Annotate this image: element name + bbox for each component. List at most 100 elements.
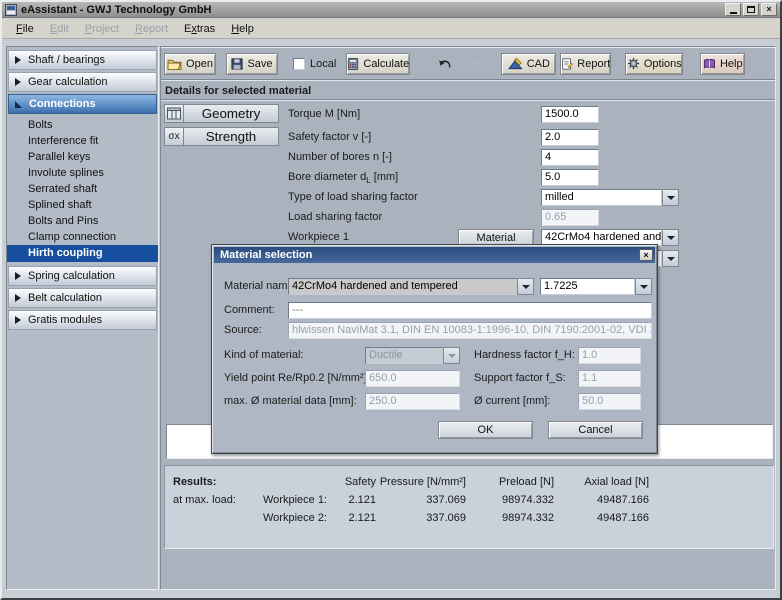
cancel-button[interactable]: Cancel	[548, 421, 643, 439]
yield-point-label: Yield point Re/Rp0.2 [N/mm²]:	[224, 370, 370, 387]
dropdown-arrow-icon[interactable]	[662, 189, 679, 206]
material-selection-dialog: Material selection × Material name: 42Cr…	[211, 244, 658, 454]
menu-report: Report	[127, 21, 176, 37]
connections-item-list: Bolts Interference fit Parallel keys Inv…	[7, 117, 158, 262]
torque-input[interactable]: 1500.0	[541, 106, 599, 123]
collapsed-arrow-icon	[15, 56, 21, 64]
options-button[interactable]: Options	[625, 53, 683, 75]
workpiece2-axial-load: 49487.166	[554, 510, 649, 527]
bore-diameter-input[interactable]: 5.0	[541, 169, 599, 186]
load-sharing-field: 0.65	[541, 209, 599, 226]
menu-file[interactable]: File	[8, 21, 42, 37]
gear-tool-icon	[627, 57, 640, 70]
current-diameter-field: 50.0	[578, 393, 641, 410]
form-row-safety-factor: Safety factor v [-] 2.0	[288, 129, 769, 146]
calculate-button[interactable]: Calculate	[346, 53, 410, 75]
sidebar-item-parallel-keys[interactable]: Parallel keys	[7, 149, 158, 165]
close-icon: ×	[643, 251, 648, 260]
open-button[interactable]: Open	[164, 53, 216, 75]
undo-arrow-icon	[437, 57, 452, 70]
maximize-icon	[747, 6, 755, 13]
dialog-button-row: OK Cancel	[212, 421, 657, 439]
local-checkbox[interactable]	[293, 58, 305, 70]
sidebar-item-clamp-connection[interactable]: Clamp connection	[7, 229, 158, 245]
sidebar-section-gear-calculation[interactable]: Gear calculation	[8, 72, 157, 92]
sidebar-section-belt-calculation[interactable]: Belt calculation	[8, 288, 157, 308]
kind-of-material-select: Ductile	[365, 347, 460, 364]
sidebar: Shaft / bearings Gear calculation Connec…	[6, 46, 159, 590]
redo-arrow-icon	[469, 57, 484, 70]
sidebar-item-involute-splines[interactable]: Involute splines	[7, 165, 158, 181]
titlebar: eAssistant - GWJ Technology GmbH ×	[2, 2, 780, 18]
dropdown-arrow-icon[interactable]	[662, 229, 679, 246]
dialog-close-button[interactable]: ×	[639, 249, 653, 261]
cad-button[interactable]: CAD	[501, 53, 556, 75]
report-button[interactable]: Report	[560, 53, 611, 75]
strength-button[interactable]: Strength	[184, 127, 279, 146]
sidebar-section-spring-calculation[interactable]: Spring calculation	[8, 266, 157, 286]
geometry-table-icon	[164, 104, 184, 123]
close-icon: ×	[766, 5, 771, 14]
sidebar-item-serrated-shaft[interactable]: Serrated shaft	[7, 181, 158, 197]
results-column-axial-load: Axial load [N]	[554, 474, 649, 491]
dropdown-arrow-icon[interactable]	[635, 278, 652, 295]
sidebar-section-connections[interactable]: Connections	[8, 94, 157, 114]
minimize-icon	[730, 12, 737, 14]
ok-button[interactable]: OK	[438, 421, 533, 439]
window-title: eAssistant - GWJ Technology GmbH	[21, 4, 212, 16]
bores-label: Number of bores n [-]	[288, 149, 392, 166]
material-number-select[interactable]: 1.7225	[540, 278, 652, 295]
bores-input[interactable]: 4	[541, 149, 599, 166]
sidebar-item-hirth-coupling[interactable]: Hirth coupling	[7, 245, 158, 262]
menu-help[interactable]: Help	[223, 21, 262, 37]
comment-input[interactable]: ---	[288, 302, 652, 319]
collapsed-arrow-icon	[15, 272, 21, 280]
form-row-load-sharing: Load sharing factor 0.65	[288, 209, 769, 226]
bore-diameter-label: Bore diameter dL [mm]	[288, 169, 398, 189]
sidebar-section-gratis-modules[interactable]: Gratis modules	[8, 310, 157, 330]
results-workpiece1-name: Workpiece 1:	[263, 492, 338, 509]
minimize-button[interactable]	[725, 3, 741, 16]
report-document-icon	[561, 58, 573, 70]
max-diameter-label: max. Ø material data [mm]:	[224, 393, 357, 410]
dropdown-arrow-icon	[443, 347, 460, 364]
sidebar-item-bolts-and-pins[interactable]: Bolts and Pins	[7, 213, 158, 229]
floppy-disk-icon	[231, 58, 243, 70]
undo-button[interactable]	[431, 53, 457, 75]
sidebar-item-interference-fit[interactable]: Interference fit	[7, 133, 158, 149]
help-book-icon	[703, 58, 716, 70]
expanded-arrow-icon	[15, 101, 22, 108]
safety-factor-input[interactable]: 2.0	[541, 129, 599, 146]
sidebar-item-bolts[interactable]: Bolts	[7, 117, 158, 133]
dropdown-arrow-icon[interactable]	[517, 278, 534, 295]
local-checkbox-group: Local	[293, 58, 336, 70]
sidebar-item-splined-shaft[interactable]: Splined shaft	[7, 197, 158, 213]
geometry-button[interactable]: Geometry	[184, 104, 279, 123]
dialog-titlebar[interactable]: Material selection ×	[214, 247, 655, 263]
collapsed-arrow-icon	[15, 294, 21, 302]
load-sharing-type-select[interactable]: milled	[541, 189, 679, 206]
kind-of-material-label: Kind of material:	[224, 347, 303, 364]
collapsed-arrow-icon	[15, 78, 21, 86]
workpiece2-safety: 2.121	[338, 510, 376, 527]
geometry-nav-row: Geometry	[164, 104, 279, 123]
redo-button	[463, 53, 489, 75]
results-panel: Results: Safety Pressure [N/mm²] Preload…	[164, 465, 774, 549]
results-workpiece2-name: Workpiece 2:	[263, 510, 338, 527]
material-name-select[interactable]: 42CrMo4 hardened and tempered	[288, 278, 534, 295]
close-button[interactable]: ×	[761, 3, 777, 16]
menu-extras[interactable]: Extras	[176, 21, 223, 37]
local-checkbox-label: Local	[310, 58, 336, 70]
sidebar-section-shaft-bearings[interactable]: Shaft / bearings	[8, 50, 157, 70]
save-button[interactable]: Save	[226, 53, 278, 75]
torque-label: Torque M [Nm]	[288, 106, 360, 123]
maximize-button[interactable]	[743, 3, 759, 16]
dialog-row-comment: Comment: ---	[212, 302, 657, 319]
help-button[interactable]: Help	[700, 53, 745, 75]
results-row-label: at max. load:	[173, 492, 263, 509]
source-label: Source:	[224, 322, 262, 339]
strength-nav-row: σx Strength	[164, 127, 279, 146]
dialog-row-diameter: max. Ø material data [mm]: 250.0 Ø curre…	[212, 393, 657, 410]
support-factor-field: 1.1	[578, 370, 641, 387]
dropdown-arrow-icon[interactable]	[662, 250, 679, 267]
